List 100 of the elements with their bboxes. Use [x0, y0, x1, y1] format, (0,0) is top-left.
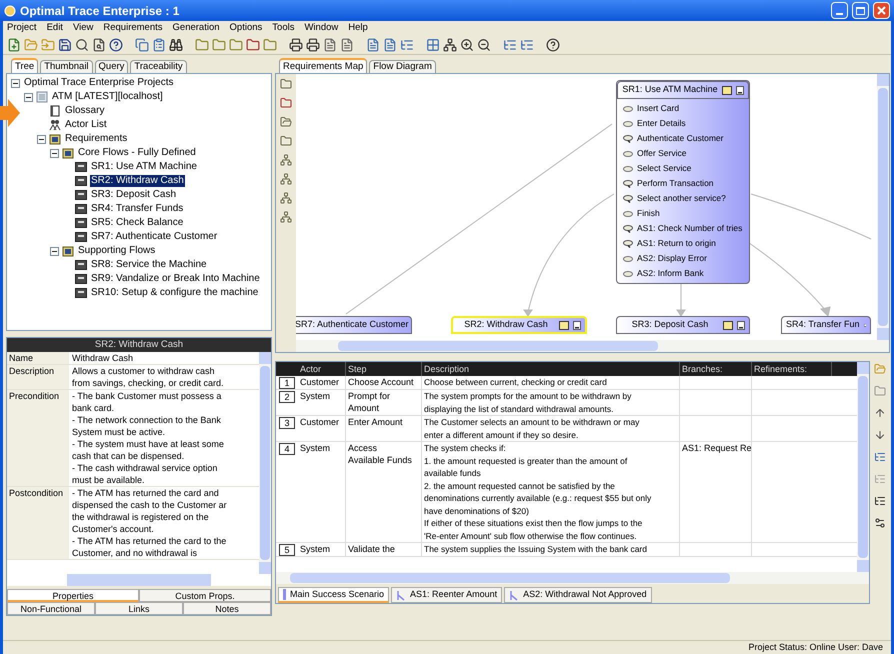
tab[interactable]: Non-Functional: [7, 602, 95, 615]
scenario-tab[interactable]: AS2: Withdrawal Not Approved: [504, 587, 652, 603]
tree-item[interactable]: SR8: Service the Machine: [90, 259, 208, 271]
binoculars-icon[interactable]: [169, 38, 183, 52]
collapse-icon[interactable]: [11, 78, 20, 88]
tree-item[interactable]: SR10: Setup & configure the machine: [90, 287, 260, 299]
horizontal-scrollbar[interactable]: [296, 340, 889, 352]
folder-icon[interactable]: [195, 38, 209, 52]
flow-step[interactable]: AS1: Check Number of tries: [637, 222, 742, 235]
file-search-icon[interactable]: [92, 38, 106, 52]
tab[interactable]: Thumbnail: [40, 60, 93, 73]
document-icon[interactable]: [323, 38, 337, 52]
flow-step[interactable]: Authenticate Customer: [637, 132, 724, 145]
folder-icon[interactable]: [263, 38, 277, 52]
menu-item[interactable]: Generation: [172, 21, 220, 36]
down-arrow-icon[interactable]: [874, 429, 886, 441]
tree-item[interactable]: Glossary: [64, 105, 106, 117]
tree-item[interactable]: SR5: Check Balance: [90, 217, 184, 229]
menu-item[interactable]: Project: [7, 21, 37, 36]
tab[interactable]: Notes: [183, 602, 271, 615]
network-icon[interactable]: [443, 38, 457, 52]
scrollbar[interactable]: [877, 74, 889, 340]
scrollbar[interactable]: [259, 352, 271, 574]
save-icon[interactable]: [58, 38, 72, 52]
grid-icon[interactable]: [426, 38, 440, 52]
flow-step[interactable]: Perform Transaction: [637, 177, 714, 190]
tree-item[interactable]: SR7: Authenticate Customer: [90, 231, 218, 243]
scrollbar[interactable]: [857, 362, 869, 572]
menu-item[interactable]: Requirements: [103, 21, 163, 36]
menu-item[interactable]: Options: [230, 21, 262, 36]
tree-item[interactable]: SR2: Withdraw Cash: [90, 175, 185, 187]
collapse-icon[interactable]: [50, 148, 59, 158]
scenario-tab[interactable]: AS1: Reenter Amount: [391, 587, 502, 603]
tree-item[interactable]: Actor List: [64, 119, 108, 131]
collapse-icon[interactable]: [50, 246, 59, 256]
flow-step[interactable]: AS1: Return to origin: [637, 237, 716, 250]
requirement-node[interactable]: SR3: Deposit Cash: [616, 316, 750, 334]
folder-icon[interactable]: [212, 38, 226, 52]
tab[interactable]: Custom Props.: [139, 589, 271, 602]
tree-item[interactable]: SR9: Vandalize or Break Into Machine: [90, 273, 261, 285]
minimize-icon[interactable]: [573, 320, 581, 330]
new-file-icon[interactable]: [7, 38, 21, 52]
scenario-tab[interactable]: Main Success Scenario: [278, 587, 390, 603]
tree-item[interactable]: Optimal Trace Enterprise Projects: [23, 77, 174, 89]
printer-icon[interactable]: [289, 38, 303, 52]
document-icon[interactable]: [340, 38, 354, 52]
search-icon[interactable]: [75, 38, 89, 52]
tree-item[interactable]: ATM [LATEST][localhost]: [51, 91, 164, 103]
tree-item[interactable]: Core Flows - Fully Defined: [77, 147, 197, 159]
tree-item[interactable]: SR4: Transfer Funds: [90, 203, 184, 215]
tab[interactable]: Properties: [7, 589, 139, 602]
open-folder-icon[interactable]: [280, 116, 292, 128]
menu-item[interactable]: Edit: [46, 21, 63, 36]
help-icon[interactable]: [109, 38, 123, 52]
tab[interactable]: Query: [94, 60, 128, 73]
menu-item[interactable]: Help: [348, 21, 368, 36]
minimize-button[interactable]: [831, 2, 848, 19]
tree-item[interactable]: SR3: Deposit Cash: [90, 189, 178, 201]
tab[interactable]: Traceability: [130, 60, 187, 73]
tab[interactable]: Flow Diagram: [369, 60, 436, 73]
row-number[interactable]: 2: [279, 391, 295, 403]
flow-step[interactable]: Select Service: [637, 162, 692, 175]
note-icon[interactable]: [723, 320, 733, 330]
zoom-in-icon[interactable]: [460, 38, 474, 52]
folder-icon[interactable]: [874, 385, 886, 397]
tree-item[interactable]: Requirements: [64, 133, 128, 145]
folder-icon[interactable]: [229, 38, 243, 52]
printer-icon[interactable]: [306, 38, 320, 52]
flow-step[interactable]: AS2: Inform Bank: [637, 267, 704, 280]
tree-item[interactable]: Supporting Flows: [77, 245, 156, 257]
row-number[interactable]: 4: [279, 443, 295, 455]
row-number[interactable]: 3: [279, 417, 295, 429]
close-button[interactable]: [873, 2, 890, 19]
flow-step[interactable]: Finish: [637, 207, 660, 220]
up-arrow-icon[interactable]: [874, 407, 886, 419]
horizontal-scrollbar[interactable]: [67, 574, 211, 586]
row-number[interactable]: 5: [279, 544, 295, 556]
tree-icon[interactable]: [400, 38, 414, 52]
requirement-node[interactable]: SR4: Transfer Fun: [781, 316, 871, 334]
horizontal-scrollbar[interactable]: [276, 572, 869, 584]
document-icon[interactable]: [383, 38, 397, 52]
copy-icon[interactable]: [135, 38, 149, 52]
flow-step[interactable]: Select another service?: [637, 192, 726, 205]
collapse-icon[interactable]: [24, 92, 33, 102]
help-icon[interactable]: [546, 38, 560, 52]
zoom-out-icon[interactable]: [477, 38, 491, 52]
requirement-node[interactable]: SR1: Use ATM Machine: [617, 81, 749, 99]
flow-step[interactable]: Enter Details: [637, 117, 686, 130]
clipboard-icon[interactable]: [152, 38, 166, 52]
menu-item[interactable]: View: [72, 21, 94, 36]
note-icon[interactable]: [722, 86, 732, 94]
folder-icon[interactable]: [246, 38, 260, 52]
minimize-icon[interactable]: [736, 86, 744, 94]
tab[interactable]: Requirements Map: [279, 58, 368, 73]
tab[interactable]: Tree: [11, 58, 38, 73]
row-number[interactable]: 1: [279, 377, 295, 389]
tree-item[interactable]: SR1: Use ATM Machine: [90, 161, 198, 173]
collapse-icon[interactable]: [37, 134, 46, 144]
menu-item[interactable]: Window: [304, 21, 338, 36]
flow-step[interactable]: AS2: Display Error: [637, 252, 707, 265]
